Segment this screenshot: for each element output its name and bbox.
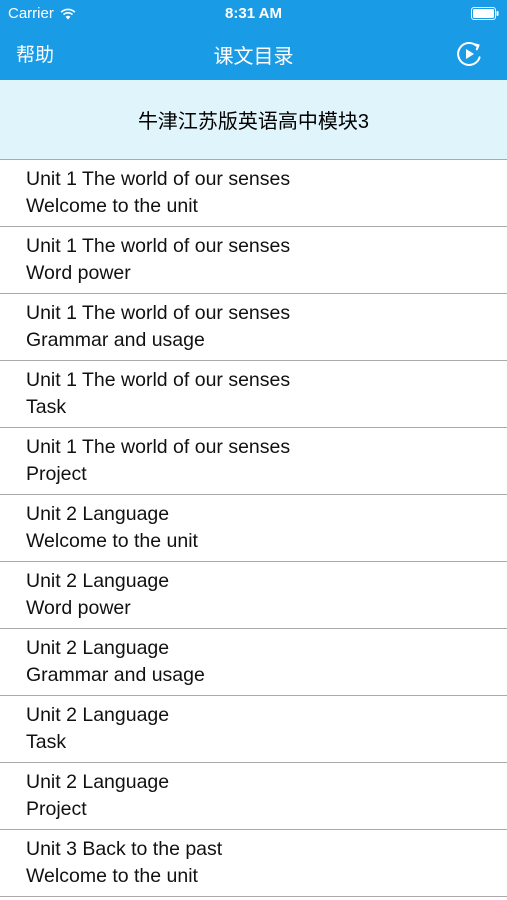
lesson-item[interactable]: Unit 2 Language Word power bbox=[0, 562, 507, 629]
lesson-unit: Unit 1 The world of our senses bbox=[26, 369, 291, 391]
lesson-section: Welcome to the unit bbox=[26, 195, 198, 217]
lesson-unit: Unit 1 The world of our senses bbox=[26, 436, 291, 458]
lesson-item[interactable]: Unit 1 The world of our senses Word powe… bbox=[0, 227, 507, 294]
help-button[interactable]: 帮助 bbox=[16, 40, 54, 67]
top-bar: Carrier 8:31 AM 帮助 课文目录 bbox=[0, 0, 507, 80]
lesson-item[interactable]: Unit 2 Language Task bbox=[0, 696, 507, 763]
lesson-item[interactable]: Unit 2 Language Project bbox=[0, 763, 507, 830]
lesson-unit: Unit 1 The world of our senses bbox=[26, 235, 291, 257]
lesson-unit: Unit 2 Language bbox=[26, 771, 170, 793]
lesson-section: Task bbox=[26, 731, 67, 753]
nav-title: 课文目录 bbox=[213, 46, 294, 68]
lesson-unit: Unit 2 Language bbox=[26, 570, 170, 592]
lesson-list: Unit 1 The world of our senses Welcome t… bbox=[0, 160, 507, 897]
lesson-item[interactable]: Unit 1 The world of our senses Project bbox=[0, 428, 507, 495]
lesson-unit: Unit 2 Language bbox=[26, 637, 170, 659]
book-title: 牛津江苏版英语高中模块3 bbox=[137, 111, 370, 133]
status-time: 8:31 AM bbox=[225, 5, 282, 22]
lesson-item[interactable]: Unit 1 The world of our senses Welcome t… bbox=[0, 160, 507, 227]
lesson-unit: Unit 2 Language bbox=[26, 503, 170, 525]
lesson-section: Task bbox=[26, 396, 67, 418]
lesson-unit: Unit 1 The world of our senses bbox=[26, 302, 291, 324]
lesson-item[interactable]: Unit 2 Language Welcome to the unit bbox=[0, 495, 507, 562]
lesson-item[interactable]: Unit 1 The world of our senses Grammar a… bbox=[0, 294, 507, 361]
lesson-section: Project bbox=[26, 463, 87, 485]
lesson-section: Welcome to the unit bbox=[26, 530, 198, 552]
lesson-item[interactable]: Unit 3 Back to the past Welcome to the u… bbox=[0, 830, 507, 897]
lesson-section: Project bbox=[26, 798, 87, 820]
lesson-unit: Unit 2 Language bbox=[26, 704, 170, 726]
lesson-section: Word power bbox=[26, 262, 131, 284]
lesson-unit: Unit 1 The world of our senses bbox=[26, 168, 291, 190]
battery-icon bbox=[471, 7, 499, 20]
book-title-header: 牛津江苏版英语高中模块3 bbox=[0, 80, 507, 160]
lesson-section: Grammar and usage bbox=[26, 329, 205, 351]
status-bar: Carrier 8:31 AM bbox=[0, 0, 507, 28]
lesson-section: Welcome to the unit bbox=[26, 865, 198, 887]
lesson-item[interactable]: Unit 1 The world of our senses Task bbox=[0, 361, 507, 428]
lesson-item[interactable]: Unit 2 Language Grammar and usage bbox=[0, 629, 507, 696]
lesson-section: Word power bbox=[26, 597, 131, 619]
lesson-section: Grammar and usage bbox=[26, 664, 205, 686]
navigation-bar: 帮助 课文目录 bbox=[0, 28, 507, 80]
play-icon[interactable] bbox=[455, 40, 483, 68]
lesson-unit: Unit 3 Back to the past bbox=[26, 838, 223, 860]
